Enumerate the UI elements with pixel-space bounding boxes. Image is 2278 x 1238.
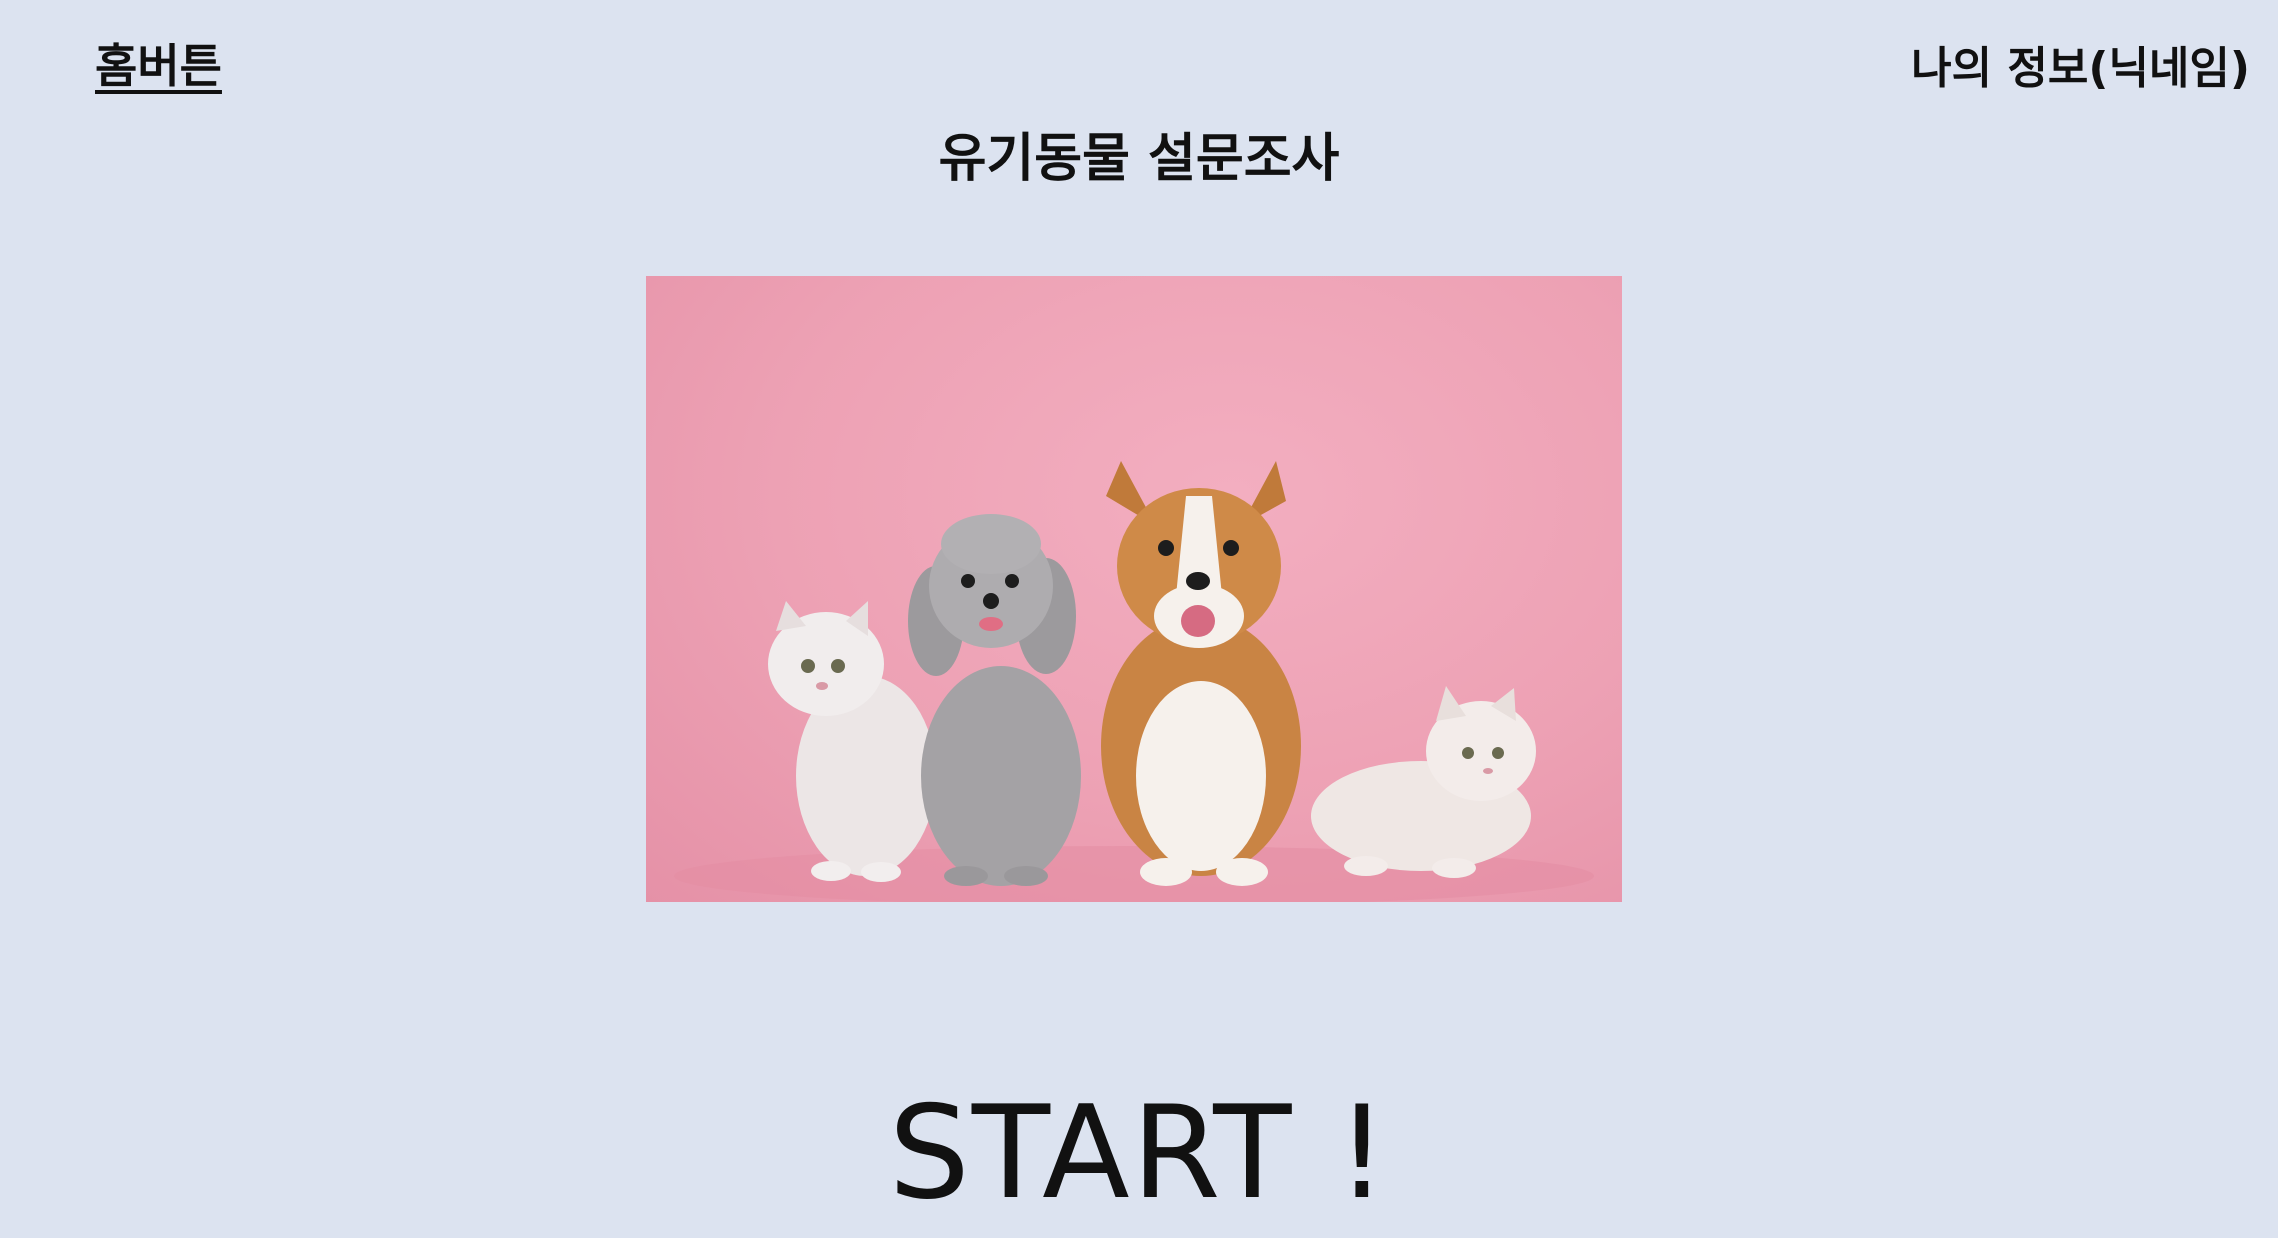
- cat-right-illustration: [1311, 686, 1536, 878]
- my-profile-link[interactable]: 나의 정보(닉네임): [1911, 32, 2250, 96]
- page-title: 유기동물 설문조사: [938, 129, 1340, 189]
- corgi-illustration: [1101, 461, 1301, 886]
- start-button[interactable]: START !: [0, 1090, 2278, 1218]
- hero-pets-image: [646, 276, 1622, 902]
- home-button[interactable]: 홈버튼: [95, 30, 222, 96]
- poodle-illustration: [908, 514, 1081, 886]
